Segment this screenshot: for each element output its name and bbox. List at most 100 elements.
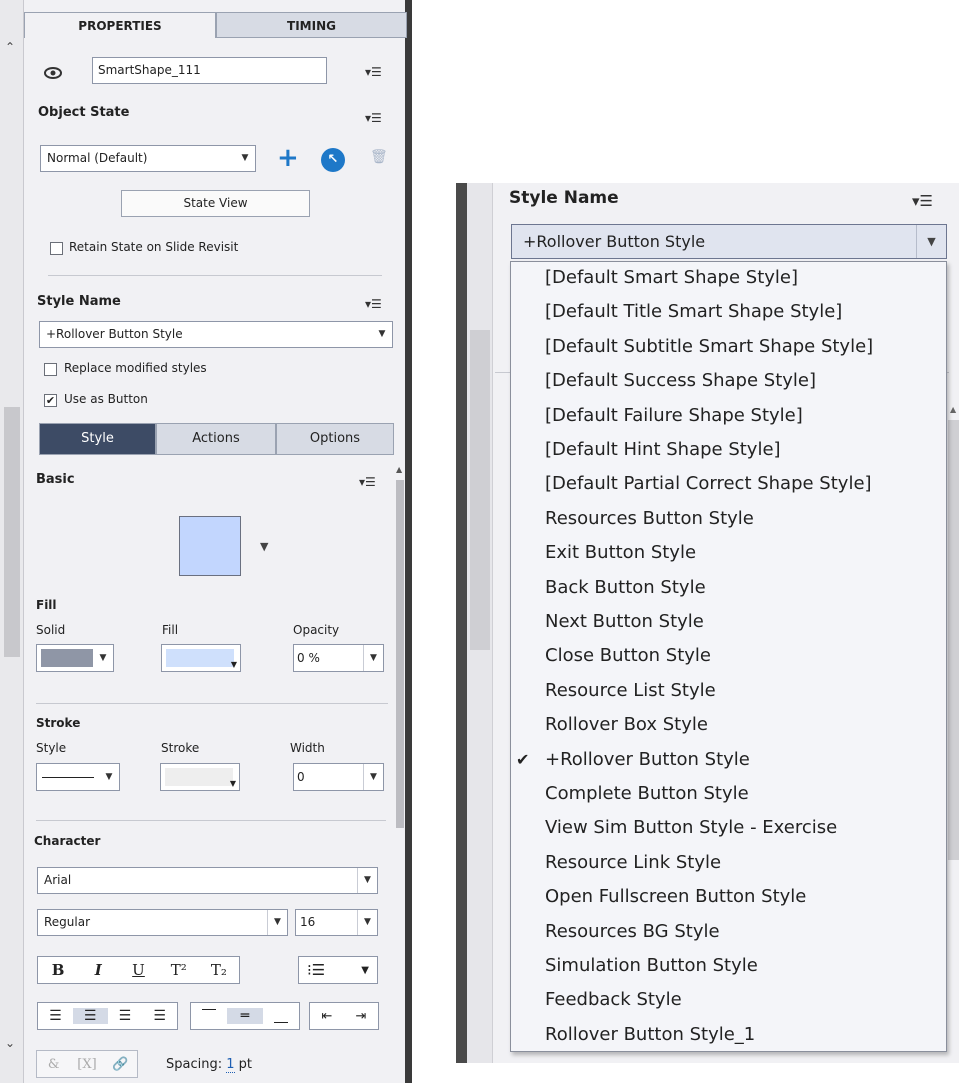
swatch-chevron-down-icon[interactable]: ▼: [260, 540, 268, 553]
align-justify-icon[interactable]: ☰: [142, 1008, 177, 1024]
tab-properties[interactable]: PROPERTIES: [24, 12, 216, 38]
style-list-item[interactable]: Next Button Style: [511, 605, 946, 639]
object-state-menu-icon[interactable]: ▾☰: [365, 111, 387, 125]
style-list-item[interactable]: ✔ +Rollover Button Style: [511, 743, 946, 777]
style-list-item[interactable]: Resources BG Style: [511, 915, 946, 949]
object-state-dropdown[interactable]: Normal (Default) ▼: [40, 145, 256, 172]
solid-label: Solid: [36, 623, 66, 637]
style-list-item[interactable]: [Default Partial Correct Shape Style]: [511, 467, 946, 501]
delete-state-icon[interactable]: 🗑: [370, 149, 388, 165]
style-list-item-label: Close Button Style: [545, 645, 711, 667]
style-list-item[interactable]: Back Button Style: [511, 571, 946, 605]
style-list-item[interactable]: [Default Failure Shape Style]: [511, 399, 946, 433]
align-top-icon[interactable]: ⎺: [191, 1008, 227, 1024]
style-list-item-label: Resource List Style: [545, 679, 716, 701]
style-list-item[interactable]: [Default Hint Shape Style]: [511, 433, 946, 467]
font-family-dropdown[interactable]: Arial ▼: [37, 867, 378, 894]
align-toolbar: ☰ ☰ ☰ ☰: [37, 1002, 178, 1030]
style-list-item[interactable]: Feedback Style: [511, 983, 946, 1017]
style-list-item[interactable]: Close Button Style: [511, 639, 946, 673]
tab-timing[interactable]: TIMING: [216, 12, 407, 38]
align-left-icon[interactable]: ☰: [38, 1008, 73, 1024]
chevron-down-icon: ▼: [357, 910, 377, 935]
opacity-field[interactable]: 0 % ▼: [293, 644, 384, 672]
replace-modified-checkbox[interactable]: [44, 363, 57, 376]
tab-style[interactable]: Style: [39, 423, 156, 455]
zoomed-scrollbar-thumb[interactable]: [470, 330, 490, 650]
bold-button[interactable]: B: [38, 961, 78, 979]
chevron-down-icon: ▼: [363, 645, 383, 671]
style-list-item[interactable]: View Sim Button Style - Exercise: [511, 811, 946, 845]
style-list-item-label: Back Button Style: [545, 576, 706, 598]
style-list-item-label: [Default Success Shape Style]: [545, 370, 817, 392]
style-name-combobox[interactable]: +Rollover Button Style ▼: [511, 224, 947, 259]
panel-menu-icon[interactable]: ▾☰: [365, 65, 387, 79]
style-list-item[interactable]: Simulation Button Style: [511, 949, 946, 983]
scroll-down-icon[interactable]: ⌄: [5, 1036, 15, 1050]
inner-scrollbar-thumb[interactable]: [396, 480, 404, 828]
stroke-color-dropdown[interactable]: ▼: [160, 763, 240, 791]
tab-options[interactable]: Options: [276, 423, 394, 455]
align-bottom-icon[interactable]: ⎽: [263, 1008, 299, 1024]
hyperlink-icon[interactable]: 🔗: [104, 1057, 137, 1072]
style-list-item[interactable]: Exit Button Style: [511, 536, 946, 570]
scroll-up-icon[interactable]: ⌃: [5, 40, 15, 54]
align-center-icon[interactable]: ☰: [72, 1008, 108, 1024]
zoomed-style-menu-icon[interactable]: ▾☰: [912, 192, 933, 210]
style-list-item[interactable]: Rollover Button Style_1: [511, 1018, 946, 1052]
left-scrollbar-thumb[interactable]: [4, 407, 20, 657]
style-swatch[interactable]: [179, 516, 241, 576]
style-list-item[interactable]: [Default Subtitle Smart Shape Style]: [511, 330, 946, 364]
fill-label: Fill: [162, 623, 179, 637]
stroke-width-field[interactable]: 0 ▼: [293, 763, 384, 791]
basic-menu-icon[interactable]: ▾☰: [359, 475, 381, 489]
indent-icon[interactable]: ⇥: [344, 1009, 378, 1024]
underline-button[interactable]: U: [118, 961, 158, 979]
retain-state-checkbox[interactable]: [50, 242, 63, 255]
panel-edge: [456, 183, 467, 1063]
outdent-icon[interactable]: ⇤: [310, 1009, 344, 1024]
style-list-item[interactable]: Complete Button Style: [511, 777, 946, 811]
bullet-list-dropdown[interactable]: ⁝☰ ▼: [298, 956, 378, 984]
style-list-item[interactable]: [Default Title Smart Shape Style]: [511, 295, 946, 329]
chevron-down-icon: ▼: [363, 764, 383, 790]
align-middle-icon[interactable]: ═: [227, 1008, 263, 1024]
zoomed-inner-scrollbar[interactable]: [948, 420, 959, 860]
variable-icon[interactable]: [X]: [70, 1057, 103, 1072]
font-size-field[interactable]: 16 ▼: [295, 909, 378, 936]
ampersand-icon[interactable]: &: [37, 1057, 70, 1072]
fill-color-dropdown[interactable]: ▼: [161, 644, 241, 672]
use-as-button-checkbox[interactable]: ✔: [44, 394, 57, 407]
superscript-button[interactable]: T²: [159, 961, 199, 979]
style-name-dropdown[interactable]: +Rollover Button Style ▼: [39, 321, 393, 348]
style-list-item[interactable]: Resource Link Style: [511, 846, 946, 880]
add-state-icon[interactable]: +: [277, 145, 299, 171]
italic-button[interactable]: I: [78, 961, 118, 979]
style-list-item[interactable]: [Default Success Shape Style]: [511, 364, 946, 398]
style-list-item[interactable]: Resource List Style: [511, 674, 946, 708]
align-right-icon[interactable]: ☰: [108, 1008, 143, 1024]
state-view-button[interactable]: State View: [121, 190, 310, 217]
tab-actions[interactable]: Actions: [156, 423, 276, 455]
stroke-style-dropdown[interactable]: ▼: [36, 763, 120, 791]
solid-fill-dropdown[interactable]: ▼: [36, 644, 114, 672]
inner-scroll-up-icon[interactable]: ▲: [396, 465, 402, 474]
style-list-item[interactable]: [Default Smart Shape Style]: [511, 261, 946, 295]
visibility-eye-icon[interactable]: [44, 64, 62, 83]
spacing-unit: pt: [238, 1057, 253, 1072]
style-list-item-label: View Sim Button Style - Exercise: [545, 817, 838, 839]
chevron-down-icon: ▼: [105, 772, 113, 782]
state-cursor-icon[interactable]: ↖: [321, 148, 345, 172]
style-name-menu-icon[interactable]: ▾☰: [365, 297, 387, 311]
zoomed-scroll-up-icon[interactable]: ▲: [950, 405, 956, 414]
font-weight-dropdown[interactable]: Regular ▼: [37, 909, 288, 936]
subscript-button[interactable]: T₂: [199, 961, 239, 979]
opacity-label: Opacity: [293, 623, 340, 637]
style-list-item[interactable]: Rollover Box Style: [511, 708, 946, 742]
style-list-item[interactable]: Resources Button Style: [511, 502, 946, 536]
style-list-item-label: Exit Button Style: [545, 542, 697, 564]
style-list-item[interactable]: Open Fullscreen Button Style: [511, 880, 946, 914]
indent-toolbar: ⇤ ⇥: [309, 1002, 379, 1030]
spacing-value[interactable]: 1: [226, 1057, 235, 1073]
object-name-field[interactable]: SmartShape_111: [92, 57, 327, 84]
